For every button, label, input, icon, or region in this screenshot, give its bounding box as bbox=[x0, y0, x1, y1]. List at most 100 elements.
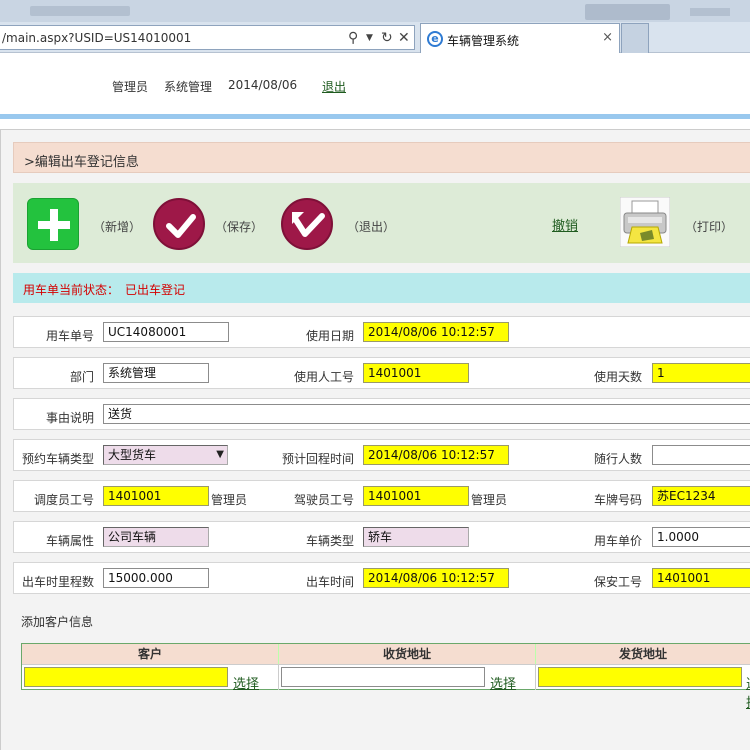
add-label: （新增） bbox=[93, 220, 142, 234]
receive-address-cell: 选择 bbox=[279, 664, 536, 692]
ie-icon: e bbox=[427, 31, 443, 47]
guard-label: 保安工号 bbox=[594, 575, 643, 589]
undo-link[interactable]: 撤销 bbox=[552, 215, 578, 234]
form-row-5: 调度员工号 1401001 管理员 驾驶员工号 1401001 管理员 车牌号码… bbox=[13, 480, 750, 512]
add-button[interactable] bbox=[27, 198, 79, 250]
header-divider bbox=[0, 114, 750, 119]
browser-nav-row: /main.aspx?USID=US14010001 ⚲ ▼ ↻ ✕ e 车辆管… bbox=[0, 22, 750, 53]
stop-icon[interactable]: ✕ bbox=[398, 29, 410, 47]
receive-address-column-header: 收货地址 bbox=[279, 644, 536, 664]
property-label: 车辆属性 bbox=[46, 534, 95, 548]
days-field[interactable]: 1 bbox=[652, 363, 750, 383]
action-toolbar: （新增） （保存） （退出） 撤销 （打印） bbox=[13, 183, 750, 263]
driver-field[interactable]: 1401001 bbox=[363, 486, 469, 506]
new-tab-button[interactable] bbox=[621, 23, 649, 53]
status-label: 用车单当前状态： bbox=[23, 283, 120, 297]
window-caption-blur bbox=[690, 8, 730, 16]
tab-close-icon[interactable]: × bbox=[602, 30, 613, 45]
form-row-3: 事由说明 送货 bbox=[13, 398, 750, 430]
plate-label: 车牌号码 bbox=[594, 493, 643, 507]
form-row-4: 预约车辆类型 大型货车 ▼ 预计回程时间 2014/08/06 10:12:57… bbox=[13, 439, 750, 471]
receive-address-input[interactable] bbox=[281, 667, 485, 687]
driver-label: 驾驶员工号 bbox=[294, 493, 355, 507]
main-content: >编辑出车登记信息 （新增） （保存） （退出） 撤销 （打印） 用车单当前状态… bbox=[0, 129, 750, 750]
print-label: （打印） bbox=[685, 220, 734, 234]
depart-time-field[interactable]: 2014/08/06 10:12:57 bbox=[363, 568, 509, 588]
customer-table: 客户 收货地址 发货地址 选择 选择 选择 bbox=[21, 643, 750, 711]
page-title: >编辑出车登记信息 bbox=[24, 155, 139, 170]
printer-icon bbox=[619, 196, 671, 248]
browser-tab[interactable]: e 车辆管理系统 × bbox=[420, 23, 620, 53]
customer-input[interactable] bbox=[24, 667, 228, 687]
dispatcher-field[interactable]: 1401001 bbox=[103, 486, 209, 506]
address-bar[interactable]: /main.aspx?USID=US14010001 ⚲ ▼ ↻ ✕ bbox=[0, 25, 415, 50]
days-label: 使用天数 bbox=[594, 370, 643, 384]
save-label: （保存） bbox=[215, 220, 264, 234]
form-row-1: 用车单号 UC14080001 使用日期 2014/08/06 10:12:57 bbox=[13, 316, 750, 348]
return-arrow-icon bbox=[292, 212, 325, 237]
vehicle-type-req-label: 预约车辆类型 bbox=[22, 452, 95, 466]
dept-label: 部门 bbox=[70, 370, 95, 384]
mileage-field[interactable]: 15000.000 bbox=[103, 568, 209, 588]
form-row-6: 车辆属性 公司车辆 车辆类型 轿车 用车单价 1.0000 bbox=[13, 521, 750, 553]
form-row-7: 出车时里程数 15000.000 出车时间 2014/08/06 10:12:5… bbox=[13, 562, 750, 594]
ship-address-column-header: 发货地址 bbox=[536, 644, 750, 664]
return-time-field[interactable]: 2014/08/06 10:12:57 bbox=[363, 445, 509, 465]
companions-label: 随行人数 bbox=[594, 452, 643, 466]
plate-field[interactable]: 苏EC1234 bbox=[652, 486, 750, 506]
depart-time-label: 出车时间 bbox=[306, 575, 355, 589]
dropdown-icon[interactable]: ▼ bbox=[366, 29, 373, 47]
vehicle-type-field: 轿车 bbox=[363, 527, 469, 547]
unit-price-field[interactable]: 1.0000 bbox=[652, 527, 750, 547]
check-icon bbox=[166, 214, 196, 238]
header-dept: 系统管理 bbox=[164, 80, 213, 94]
guard-field[interactable]: 1401001 bbox=[652, 568, 750, 588]
window-title-blur bbox=[30, 6, 130, 16]
customer-cell: 选择 bbox=[22, 664, 279, 692]
ship-address-cell: 选择 bbox=[536, 664, 750, 711]
tab-title: 车辆管理系统 bbox=[447, 34, 520, 48]
ship-address-input[interactable] bbox=[538, 667, 742, 687]
unit-price-label: 用车单价 bbox=[594, 534, 643, 548]
use-date-field[interactable]: 2014/08/06 10:12:57 bbox=[363, 322, 509, 342]
reason-label: 事由说明 bbox=[46, 411, 95, 425]
use-date-label: 使用日期 bbox=[306, 329, 355, 343]
window-title-bar bbox=[0, 0, 750, 22]
chevron-down-icon[interactable]: ▼ bbox=[216, 446, 224, 464]
receive-address-select-link[interactable]: 选择 bbox=[490, 673, 516, 692]
customer-column-header: 客户 bbox=[22, 644, 279, 664]
vehicle-type-label: 车辆类型 bbox=[306, 534, 355, 548]
header-user: 管理员 bbox=[112, 80, 149, 94]
exit-label: （退出） bbox=[347, 220, 396, 234]
order-no-field[interactable]: UC14080001 bbox=[103, 322, 229, 342]
search-icon[interactable]: ⚲ bbox=[348, 29, 358, 47]
header-date: 2014/08/06 bbox=[228, 78, 298, 92]
driver-name: 管理员 bbox=[471, 493, 508, 507]
dispatcher-name: 管理员 bbox=[211, 493, 248, 507]
ship-address-select-link[interactable]: 选择 bbox=[746, 673, 750, 711]
reason-field[interactable]: 送货 bbox=[103, 404, 750, 424]
save-button[interactable] bbox=[153, 198, 205, 250]
dispatcher-label: 调度员工号 bbox=[34, 493, 95, 507]
user-id-field[interactable]: 1401001 bbox=[363, 363, 469, 383]
print-button[interactable] bbox=[619, 196, 671, 248]
logout-link[interactable]: 退出 bbox=[322, 78, 346, 95]
refresh-icon[interactable]: ↻ bbox=[381, 29, 393, 47]
status-bar: 用车单当前状态： 已出车登记 bbox=[13, 273, 750, 303]
customer-section-label: 添加客户信息 bbox=[21, 615, 94, 629]
user-id-label: 使用人工号 bbox=[294, 370, 355, 384]
vehicle-type-selected: 大型货车 bbox=[108, 448, 157, 462]
address-text: /main.aspx?USID=US14010001 bbox=[2, 31, 192, 45]
return-time-label: 预计回程时间 bbox=[282, 452, 355, 466]
vehicle-type-select[interactable]: 大型货车 ▼ bbox=[103, 445, 228, 465]
page-title-bar: >编辑出车登记信息 bbox=[13, 142, 750, 173]
order-no-label: 用车单号 bbox=[46, 329, 95, 343]
customer-select-link[interactable]: 选择 bbox=[233, 673, 259, 692]
companions-field[interactable] bbox=[652, 445, 750, 465]
window-button-blur bbox=[585, 4, 670, 20]
dept-field[interactable]: 系统管理 bbox=[103, 363, 209, 383]
property-field: 公司车辆 bbox=[103, 527, 209, 547]
mileage-label: 出车时里程数 bbox=[22, 575, 95, 589]
form-row-2: 部门 系统管理 使用人工号 1401001 使用天数 1 bbox=[13, 357, 750, 389]
exit-button[interactable] bbox=[281, 198, 333, 250]
